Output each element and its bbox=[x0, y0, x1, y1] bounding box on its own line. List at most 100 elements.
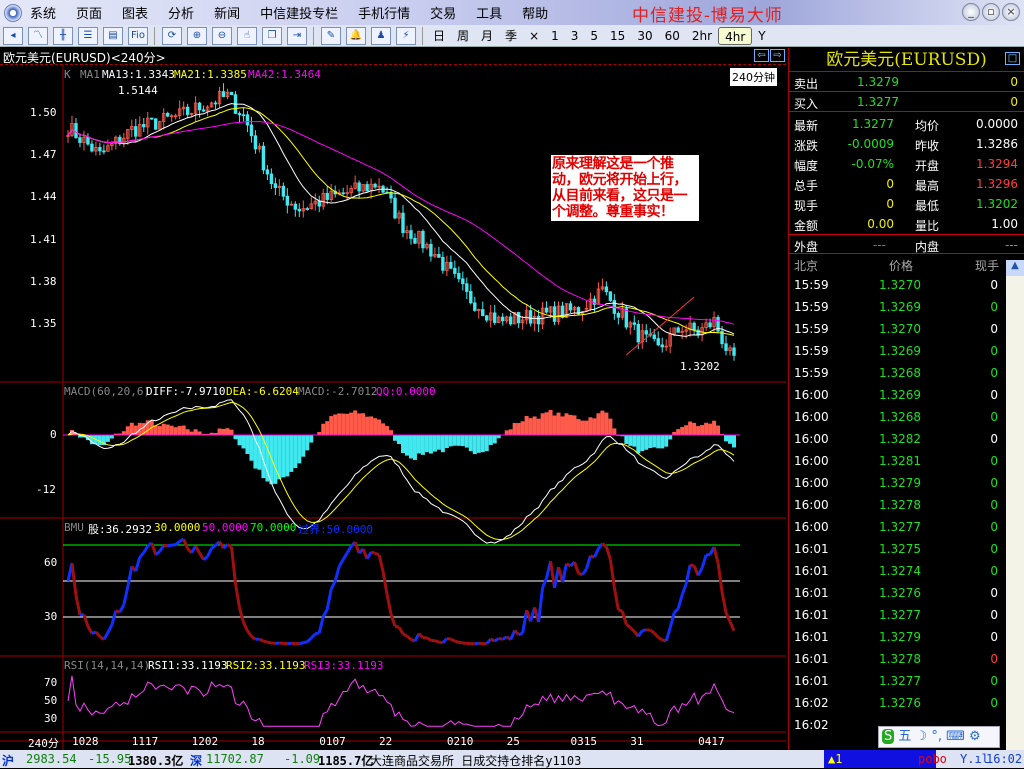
close-button[interactable]: × bbox=[1002, 3, 1020, 21]
inner-label: 内盘 bbox=[915, 238, 939, 255]
minimize-button[interactable]: _ bbox=[962, 3, 980, 21]
bmu-segment bbox=[563, 564, 567, 583]
candle-down bbox=[326, 193, 329, 199]
trade-volume: 0 bbox=[990, 410, 998, 424]
maximize-panel-icon[interactable]: □ bbox=[1005, 52, 1020, 65]
bmu-segment bbox=[243, 622, 247, 631]
quote-value: 1.00 bbox=[991, 217, 1018, 231]
candle-down bbox=[733, 348, 736, 355]
bmu-segment bbox=[630, 628, 634, 632]
bmu-segment bbox=[355, 542, 359, 553]
candle-down bbox=[438, 254, 441, 257]
bmu-segment bbox=[160, 545, 164, 551]
bmu-legend-30: 30.0000 bbox=[154, 521, 200, 534]
bmu-segment bbox=[403, 634, 407, 636]
trade-time: 15:59 bbox=[794, 366, 829, 380]
bmu-segment bbox=[184, 539, 188, 549]
trade-price: 1.3279 bbox=[879, 476, 921, 490]
quote-label: 涨跌 bbox=[794, 137, 818, 154]
bmu-segment bbox=[212, 545, 216, 548]
trade-volume: 0 bbox=[990, 520, 998, 534]
quote-row: 涨跌-0.0009昨收1.3286 bbox=[789, 134, 1024, 154]
candle-down bbox=[262, 146, 265, 170]
outer-value: --- bbox=[873, 238, 886, 252]
bmu-segment bbox=[670, 613, 674, 628]
bmu-segment bbox=[598, 544, 602, 549]
bmu-segment bbox=[335, 566, 339, 581]
bmu-segment bbox=[315, 633, 319, 634]
buy-volume: 0 bbox=[1010, 95, 1018, 109]
candle-down bbox=[569, 304, 572, 310]
trade-price: 1.3277 bbox=[879, 674, 921, 688]
candle-down bbox=[617, 313, 620, 317]
bmu-segment bbox=[307, 638, 311, 642]
legend-ma42: MA42:1.3464 bbox=[248, 68, 321, 81]
trade-price: 1.3274 bbox=[879, 564, 921, 578]
bmu-segment bbox=[176, 541, 180, 545]
quote-label: 昨收 bbox=[915, 137, 939, 154]
bmu-segment bbox=[208, 548, 212, 556]
trade-row: 15:591.32700 bbox=[789, 274, 1024, 296]
col-time: 北京 bbox=[794, 257, 818, 274]
candle-down bbox=[709, 323, 712, 327]
bmu-segment bbox=[574, 562, 578, 573]
bmu-legend-name: BMU bbox=[64, 521, 84, 534]
candle-down bbox=[633, 323, 636, 325]
scroll-up-icon[interactable]: ▲ bbox=[1006, 260, 1024, 276]
bmu-segment bbox=[263, 641, 267, 642]
candle-down bbox=[99, 147, 102, 150]
candle-down bbox=[230, 92, 233, 94]
news-ticker[interactable]: 大连商品交易所 日成交持仓排名y1103 bbox=[370, 752, 581, 769]
candle-down bbox=[469, 291, 472, 302]
bmu-segment bbox=[235, 584, 239, 608]
ime-toolbar[interactable]: S 五 ☽ °, ⌨ ⚙ bbox=[878, 726, 1000, 748]
outer-label: 外盘 bbox=[794, 238, 818, 255]
bmu-segment bbox=[654, 633, 658, 637]
bmu-segment bbox=[347, 546, 351, 553]
outer-inner-row: 外盘---内盘--- bbox=[789, 234, 1024, 254]
bmu-segment bbox=[594, 549, 598, 557]
trade-time: 16:01 bbox=[794, 652, 829, 666]
candle-down bbox=[186, 107, 189, 114]
sogou-icon: S bbox=[882, 729, 894, 744]
candle-down bbox=[266, 170, 269, 174]
buy-price: 1.3277 bbox=[857, 95, 899, 109]
bmu-segment bbox=[499, 638, 503, 639]
macd-legend-dea: DEA:-6.6204 bbox=[226, 385, 299, 398]
sell-price: 1.3279 bbox=[857, 75, 899, 89]
candle-down bbox=[394, 198, 397, 218]
candle-down bbox=[87, 137, 90, 144]
trade-header: 北京价格现手 bbox=[789, 254, 1024, 274]
bmu-segment bbox=[586, 556, 590, 569]
restore-button[interactable]: ▫ bbox=[982, 3, 1000, 21]
bmu-segment bbox=[543, 578, 547, 588]
bmu-segment bbox=[451, 639, 455, 641]
trade-scrollbar[interactable]: ▲ bbox=[1006, 260, 1024, 750]
candle-down bbox=[537, 316, 540, 324]
bmu-segment bbox=[375, 553, 379, 555]
bmu-segment bbox=[730, 622, 734, 631]
quote-row: 金额0.00量比1.00 bbox=[789, 214, 1024, 234]
trade-time: 16:01 bbox=[794, 608, 829, 622]
candle-down bbox=[677, 328, 680, 332]
bmu-segment bbox=[618, 610, 622, 612]
bmu-segment bbox=[383, 571, 387, 594]
candle-down bbox=[473, 303, 476, 311]
chart-canvas[interactable] bbox=[0, 0, 786, 750]
candle-down bbox=[254, 136, 257, 149]
trade-volume: 0 bbox=[990, 278, 998, 292]
x-tick: 1117 bbox=[132, 735, 159, 748]
candle-down bbox=[342, 193, 345, 194]
candle-down bbox=[509, 317, 512, 324]
trade-row: 16:001.32680 bbox=[789, 406, 1024, 428]
bmu-segment bbox=[367, 552, 371, 559]
trade-time: 16:01 bbox=[794, 542, 829, 556]
bmu-legend-50: 50.0000 bbox=[202, 521, 248, 534]
high-price-label: 1.5144 bbox=[118, 84, 158, 97]
buy-row: 买入1.32770 bbox=[789, 92, 1024, 112]
trade-price: 1.3270 bbox=[879, 322, 921, 336]
bmu-segment bbox=[698, 568, 702, 576]
quote-value: 1.3286 bbox=[976, 137, 1018, 151]
bmu-segment bbox=[658, 637, 662, 640]
candle-down bbox=[501, 317, 504, 321]
